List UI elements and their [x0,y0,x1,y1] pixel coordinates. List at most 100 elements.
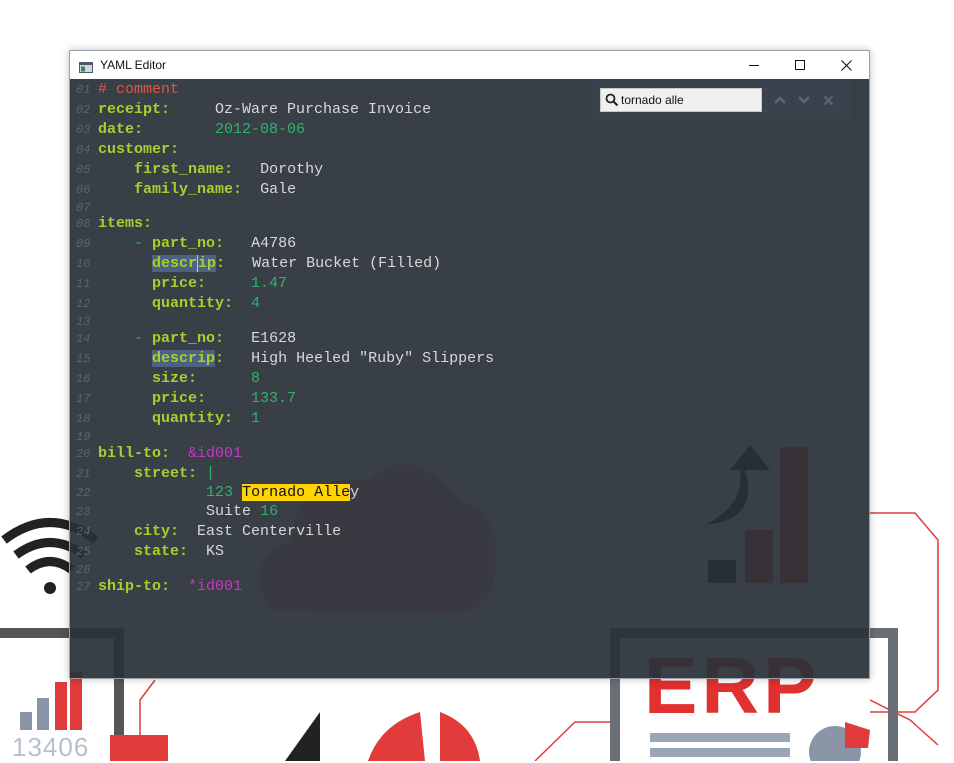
yaml-key: family_name: [134,181,243,198]
yaml-value: 16 [260,503,279,520]
find-close-button[interactable] [819,92,837,108]
code-line[interactable]: 12 quantity: 4 [70,294,260,314]
close-button[interactable] [823,51,869,79]
yaml-value: Oz-Ware Purchase Invoice [215,101,432,118]
code-line[interactable]: 24 city: East Centerville [70,522,341,542]
line-number: 17 [76,392,91,406]
code-editor[interactable]: 01 # comment 02 receipt: Oz-Ware Purchase … [70,80,869,678]
yaml-key: street: [134,465,198,482]
maximize-button[interactable] [777,51,823,79]
code-line[interactable]: 21 street: | [70,464,215,484]
maximize-icon [795,60,805,70]
chevron-down-icon [798,96,810,104]
yaml-comment: # comment [98,81,180,98]
yaml-value: 4 [251,295,261,312]
yaml-value: KS [206,543,225,560]
line-number: 10 [76,257,91,271]
list-dash: - [134,235,144,252]
code-line[interactable]: 16 size: 8 [70,369,260,389]
yaml-key: price: [152,275,207,292]
code-line[interactable]: 04 customer: [70,140,179,160]
yaml-key: : [215,350,225,367]
code-line[interactable]: 22 123 Tornado Alley [70,483,359,503]
yaml-key: items: [98,215,153,232]
code-line[interactable]: 17 price: 133.7 [70,389,296,409]
code-line[interactable]: 15 descrip: High Heeled "Ruby" Slippers [70,349,494,369]
code-line[interactable]: 11 price: 1.47 [70,274,287,294]
yaml-key: state: [134,543,189,560]
yaml-key: part_no: [152,235,225,252]
yaml-key: : [216,255,226,272]
code-line[interactable]: 01 # comment [70,80,179,100]
yaml-key: bill-to: [98,445,171,462]
yaml-key: ship-to: [98,578,171,595]
find-previous-button[interactable] [771,92,789,108]
yaml-value: 133.7 [251,390,297,407]
find-input[interactable] [619,93,751,107]
minimize-button[interactable] [731,51,777,79]
code-line[interactable]: 05 first_name: Dorothy [70,160,323,180]
find-next-button[interactable] [795,92,813,108]
yaml-value: 8 [251,370,261,387]
yaml-key: price: [152,390,207,407]
find-field[interactable] [600,88,762,112]
yaml-key: part_no: [152,330,225,347]
yaml-value: 1.47 [251,275,288,292]
yaml-key: size: [152,370,198,387]
code-line[interactable]: 20 bill-to: &id001 [70,444,242,464]
code-line[interactable]: 25 state: KS [70,542,224,562]
line-number: 05 [76,163,91,177]
app-icon [79,60,93,73]
code-line[interactable]: 27 ship-to: *id001 [70,577,242,597]
find-panel [591,80,850,120]
code-line[interactable]: 18 quantity: 1 [70,409,260,429]
code-line[interactable]: 23 Suite 16 [70,502,278,522]
code-line[interactable]: 14 - part_no: E1628 [70,329,296,349]
line-number: 06 [76,183,91,197]
yaml-key: receipt: [98,101,171,118]
yaml-key: city: [134,523,180,540]
yaml-value: Dorothy [260,161,324,178]
line-number: 18 [76,412,91,426]
title-bar[interactable]: YAML Editor [70,51,869,79]
search-match-current: Tornado Alle [242,484,351,501]
code-line[interactable]: 02 receipt: Oz-Ware Purchase Invoice [70,100,431,120]
yaml-key: quantity: [152,410,234,427]
code-line[interactable]: 03 date: 2012-08-06 [70,120,305,140]
line-number: 21 [76,467,91,481]
yaml-alias: *id001 [188,578,243,595]
yaml-value: East Centerville [197,523,342,540]
yaml-value: Water Bucket (Filled) [252,255,442,272]
line-number: 27 [76,580,91,594]
line-number: 09 [76,237,91,251]
code-line[interactable]: 08 items: [70,214,152,234]
code-line[interactable]: 10 descrip: Water Bucket (Filled) [70,254,441,274]
line-number: 11 [76,277,91,291]
line-number: 22 [76,486,91,500]
code-line[interactable]: 06 family_name: Gale [70,180,296,200]
list-dash: - [134,330,144,347]
yaml-value: High Heeled "Ruby" Slippers [251,350,495,367]
line-number: 20 [76,447,91,461]
line-number: 23 [76,505,91,519]
search-match: descr [152,255,198,272]
line-number: 14 [76,332,91,346]
yaml-value: 123 [206,484,234,501]
yaml-editor-window: YAML Editor 01 # comment 02 receipt: Oz-Wa… [69,50,870,679]
yaml-value: 1 [251,410,261,427]
chevron-up-icon [774,96,786,104]
line-number: 24 [76,525,91,539]
yaml-value: Suite [206,503,252,520]
code-line[interactable]: 09 - part_no: A4786 [70,234,296,254]
line-number: 04 [76,143,91,157]
yaml-value: Gale [260,181,297,198]
yaml-key: date: [98,121,144,138]
line-number: 01 [76,83,91,97]
line-number: 16 [76,372,91,386]
yaml-anchor: &id001 [188,445,243,462]
line-number: 08 [76,217,91,231]
line-number: 02 [76,103,91,117]
yaml-key: quantity: [152,295,234,312]
yaml-value: y [350,484,360,501]
line-number: 15 [76,352,91,366]
